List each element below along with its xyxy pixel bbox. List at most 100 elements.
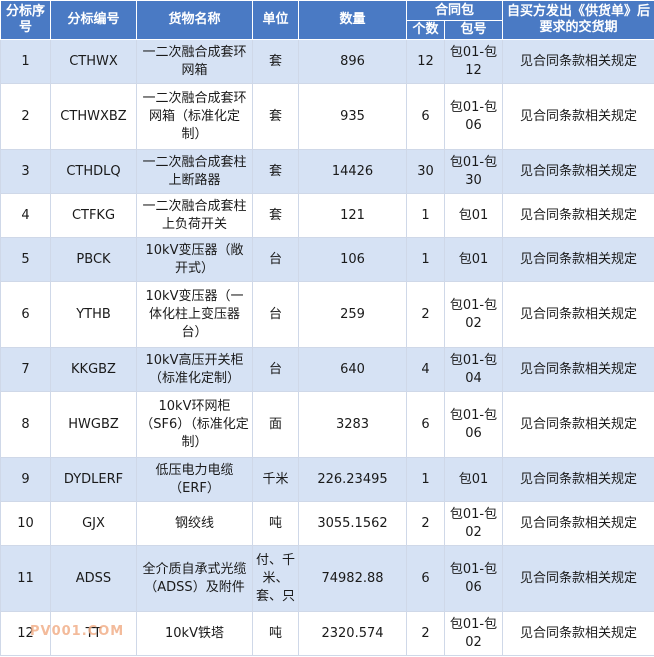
- header-contract: 合同包: [405, 0, 504, 21]
- table-row: 11 ADSS 全介质自承式光缆（ADSS）及附件 付、千米、套、只 74982.88 6…: [0, 545, 654, 612]
- cell-name: 一二次融合成套柱上负荷开关: [136, 193, 253, 238]
- cell-delivery: 见合同条款相关规定: [502, 611, 654, 656]
- cell-name: 10kV变压器（一体化柱上变压器台）: [136, 281, 253, 348]
- cell-delivery: 见合同条款相关规定: [502, 149, 654, 194]
- cell-pkg: 包01-包06: [443, 545, 504, 612]
- table-row: 5 PBCK 10kV变压器（敞开式）台 106 1 包01 见合同条款相关规定: [0, 237, 654, 282]
- cell-name: 低压电力电缆（ERF）: [136, 457, 253, 502]
- cell-delivery: 见合同条款相关规定: [502, 281, 654, 348]
- cell-delivery: 见合同条款相关规定: [502, 545, 654, 612]
- cell-seq: 9: [0, 457, 51, 502]
- cell-qty: 74982.88: [298, 545, 407, 612]
- cell-name: 全介质自承式光缆（ADSS）及附件: [136, 545, 253, 612]
- table-row: 2 CTHWXBZ 一二次融合成套环网箱（标准化定制）套 935 6 包01-包06 见合同…: [0, 83, 654, 150]
- cell-pkg: 包01: [443, 237, 504, 282]
- watermark-logo: PV001.COM: [30, 624, 125, 639]
- table-row: 7 KKGBZ 10kV高压开关柜（标准化定制）台 640 4 包01-包04 见合同条款相…: [0, 347, 654, 392]
- cell-pkg: 包01-包02: [443, 501, 504, 546]
- header-delivery: 自买方发出《供货单》后要求的交货期: [502, 0, 654, 40]
- cell-count: 2: [406, 281, 445, 348]
- cell-pkg: 包01-包12: [443, 39, 504, 84]
- cell-code: ADSS: [50, 545, 137, 612]
- cell-pkg: 包01-包06: [443, 391, 504, 458]
- cell-seq: 3: [0, 149, 51, 194]
- cell-count: 30: [406, 149, 445, 194]
- header-code: 分标编号: [50, 0, 137, 40]
- table-row: 1 CTHWX 一二次融合成套环网箱套 896 12 包01-包12 见合同条款相关规定: [0, 39, 654, 84]
- cell-unit: 吨: [252, 611, 299, 656]
- cell-seq: 1: [0, 39, 51, 84]
- cell-name: 钢绞线: [136, 501, 253, 546]
- cell-unit: 付、千米、套、只: [252, 545, 299, 612]
- cell-delivery: 见合同条款相关规定: [502, 457, 654, 502]
- cell-name: 一二次融合成套环网箱: [136, 39, 253, 84]
- cell-qty: 106: [298, 237, 407, 282]
- cell-pkg: 包01-包04: [443, 347, 504, 392]
- cell-pkg: 包01-包30: [443, 149, 504, 194]
- header-pkg: 包号: [443, 20, 504, 40]
- cell-name: 10kV环网柜（SF6）（标准化定制）: [136, 391, 253, 458]
- cell-seq: 8: [0, 391, 51, 458]
- cell-delivery: 见合同条款相关规定: [502, 501, 654, 546]
- cell-delivery: 见合同条款相关规定: [502, 39, 654, 84]
- cell-seq: 11: [0, 545, 51, 612]
- cell-code: CTHWX: [50, 39, 137, 84]
- cell-count: 6: [406, 545, 445, 612]
- cell-unit: 吨: [252, 501, 299, 546]
- cell-unit: 套: [252, 83, 299, 150]
- cell-code: CTFKG: [50, 193, 137, 238]
- cell-qty: 226.23495: [298, 457, 407, 502]
- cell-qty: 121: [298, 193, 407, 238]
- cell-delivery: 见合同条款相关规定: [502, 193, 654, 238]
- bid-table: 分标序号 分标编号 货物名称 单位 数量 合同包 自买方发出《供货单》后要求的交…: [0, 0, 654, 656]
- cell-delivery: 见合同条款相关规定: [502, 83, 654, 150]
- cell-count: 6: [406, 391, 445, 458]
- cell-delivery: 见合同条款相关规定: [502, 347, 654, 392]
- cell-delivery: 见合同条款相关规定: [502, 237, 654, 282]
- cell-unit: 千米: [252, 457, 299, 502]
- cell-code: GJX: [50, 501, 137, 546]
- cell-delivery: 见合同条款相关规定: [502, 391, 654, 458]
- cell-code: YTHB: [50, 281, 137, 348]
- cell-code: CTHDLQ: [50, 149, 137, 194]
- cell-pkg: 包01: [443, 457, 504, 502]
- cell-unit: 套: [252, 149, 299, 194]
- cell-qty: 14426: [298, 149, 407, 194]
- cell-code: HWGBZ: [50, 391, 137, 458]
- cell-qty: 896: [298, 39, 407, 84]
- cell-code: DYDLERF: [50, 457, 137, 502]
- cell-unit: 套: [252, 193, 299, 238]
- cell-seq: 5: [0, 237, 51, 282]
- cell-count: 4: [406, 347, 445, 392]
- cell-pkg: 包01-包02: [443, 611, 504, 656]
- cell-count: 1: [406, 457, 445, 502]
- table-row: 4 CTFKG 一二次融合成套柱上负荷开关套 121 1 包01 见合同条款相关规定: [0, 193, 654, 238]
- cell-unit: 台: [252, 347, 299, 392]
- cell-pkg: 包01-包06: [443, 83, 504, 150]
- cell-qty: 2320.574: [298, 611, 407, 656]
- cell-seq: 10: [0, 501, 51, 546]
- cell-unit: 面: [252, 391, 299, 458]
- cell-seq: 2: [0, 83, 51, 150]
- cell-count: 2: [406, 501, 445, 546]
- cell-unit: 套: [252, 39, 299, 84]
- cell-code: CTHWXBZ: [50, 83, 137, 150]
- cell-code: KKGBZ: [50, 347, 137, 392]
- cell-qty: 640: [298, 347, 407, 392]
- cell-pkg: 包01: [443, 193, 504, 238]
- cell-count: 6: [406, 83, 445, 150]
- cell-qty: 259: [298, 281, 407, 348]
- cell-qty: 3283: [298, 391, 407, 458]
- page: 分标序号 分标编号 货物名称 单位 数量 合同包 自买方发出《供货单》后要求的交…: [0, 0, 654, 657]
- cell-unit: 台: [252, 281, 299, 348]
- cell-seq: 6: [0, 281, 51, 348]
- table-row: 9 DYDLERF 低压电力电缆（ERF） 千米 226.23495 1 包01 见合同条款相…: [0, 457, 654, 502]
- cell-name: 10kV变压器（敞开式）: [136, 237, 253, 282]
- cell-unit: 台: [252, 237, 299, 282]
- table-row: 10 GJX 钢绞线吨 3055.1562 2 包01-包02 见合同条款相关规定: [0, 501, 654, 546]
- cell-count: 1: [406, 237, 445, 282]
- cell-code: PBCK: [50, 237, 137, 282]
- header-name: 货物名称: [136, 0, 253, 40]
- header-unit: 单位: [252, 0, 299, 40]
- cell-name: 10kV高压开关柜（标准化定制）: [136, 347, 253, 392]
